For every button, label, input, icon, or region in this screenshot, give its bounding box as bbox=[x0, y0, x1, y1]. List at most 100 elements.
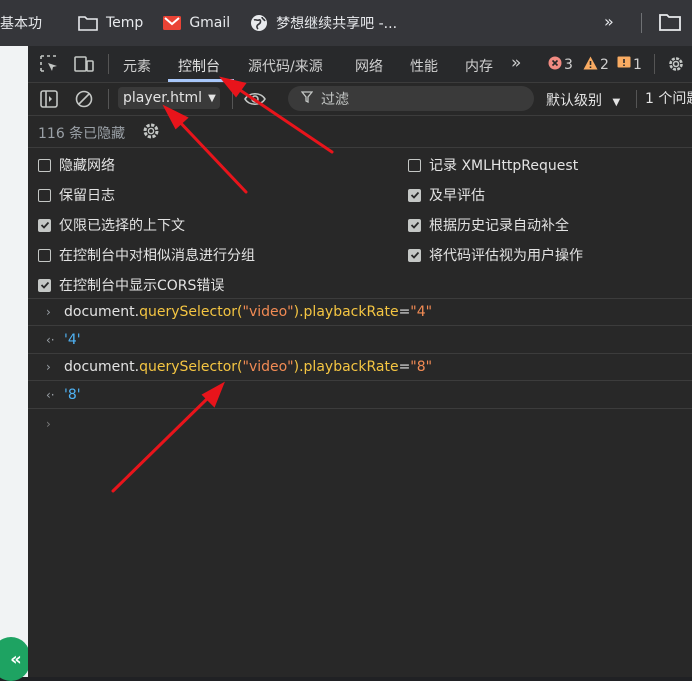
error-icon bbox=[548, 56, 562, 74]
code-token: playbackRate bbox=[303, 304, 399, 320]
input-chevron-icon: › bbox=[46, 360, 51, 374]
filter-funnel-icon bbox=[300, 90, 314, 107]
setting-label: 及早评估 bbox=[429, 188, 485, 204]
code-token: "video" bbox=[242, 359, 294, 375]
setting-label: 仅限已选择的上下文 bbox=[59, 218, 185, 234]
code-token: "video" bbox=[242, 304, 294, 320]
prompt-chevron-icon: › bbox=[46, 417, 51, 431]
filter-placeholder: 过滤 bbox=[321, 91, 349, 108]
checkbox-checked[interactable] bbox=[408, 248, 421, 262]
warning-count-badge[interactable]: 2 bbox=[583, 56, 609, 74]
device-toolbar-icon[interactable] bbox=[74, 55, 94, 77]
bookmarks-bar: 基本功 Temp Gmail 梦想继续共享吧 -... » bbox=[0, 0, 692, 46]
code-token: = bbox=[398, 304, 411, 320]
hidden-messages-count: 116 条已隐藏 bbox=[38, 126, 126, 142]
code-token: document. bbox=[64, 304, 140, 320]
bookmark-item-gmail[interactable]: Gmail bbox=[163, 15, 230, 31]
issues-counter[interactable]: 1 个问题 bbox=[636, 90, 692, 108]
code-token: '8' bbox=[64, 387, 81, 403]
setting-hide-network[interactable]: 隐藏网络 bbox=[38, 155, 115, 175]
tab-divider bbox=[108, 54, 109, 74]
code-token: querySelector bbox=[139, 359, 238, 375]
console-line-text: document.querySelector("video").playback… bbox=[64, 304, 432, 320]
caret-down-icon: ▼ bbox=[208, 92, 216, 104]
all-bookmarks-folder-icon[interactable] bbox=[659, 13, 681, 35]
setting-label: 在控制台中对相似消息进行分组 bbox=[59, 248, 255, 264]
bookmark-item-forum[interactable]: 梦想继续共享吧 -... bbox=[250, 13, 397, 33]
console-settings-gear-icon[interactable] bbox=[141, 121, 161, 145]
log-level-dropdown[interactable]: 默认级别 ▼ bbox=[546, 90, 620, 110]
checkbox-checked[interactable] bbox=[408, 218, 421, 232]
checkbox[interactable] bbox=[38, 158, 51, 172]
console-result-line[interactable]: ‹· '4' bbox=[28, 327, 692, 354]
code-token: ). bbox=[293, 304, 304, 320]
setting-group-similar[interactable]: 在控制台中对相似消息进行分组 bbox=[38, 245, 255, 265]
double-chevron-left-icon: « bbox=[10, 648, 22, 670]
show-sidebar-icon[interactable] bbox=[40, 90, 58, 112]
bookmarks-divider bbox=[641, 13, 642, 33]
input-chevron-icon: › bbox=[46, 305, 51, 319]
info-flag-icon bbox=[617, 56, 631, 74]
context-selector[interactable]: player.html ▼ bbox=[118, 87, 220, 109]
tab-memory[interactable]: 内存 bbox=[465, 56, 493, 76]
setting-autocomplete-history[interactable]: 根据历史记录自动补全 bbox=[408, 215, 569, 235]
log-level-label: 默认级别 bbox=[546, 93, 602, 109]
console-settings-panel: 隐藏网络 保留日志 仅限已选择的上下文 在控制台中对相似消息进行分组 在控制台中… bbox=[28, 148, 692, 299]
more-tabs-icon[interactable]: » bbox=[511, 53, 521, 73]
console-result-line[interactable]: ‹· '8' bbox=[28, 382, 692, 409]
warning-count: 2 bbox=[600, 57, 609, 73]
checkbox[interactable] bbox=[408, 158, 421, 172]
result-chevron-icon: ‹· bbox=[46, 333, 55, 347]
live-expression-eye-icon[interactable] bbox=[244, 92, 266, 110]
console-prompt[interactable]: › bbox=[28, 411, 692, 438]
bookmark-item-0[interactable]: 基本功 bbox=[0, 13, 42, 33]
checkbox[interactable] bbox=[38, 248, 51, 262]
setting-selected-context-only[interactable]: 仅限已选择的上下文 bbox=[38, 215, 185, 235]
devtools-tab-bar: 元素 控制台 源代码/来源 网络 性能 内存 » 3 2 1 bbox=[28, 46, 692, 83]
inspect-element-icon[interactable] bbox=[40, 55, 58, 77]
code-token: document. bbox=[64, 359, 140, 375]
filter-input[interactable]: 过滤 bbox=[288, 86, 534, 111]
console-input-line[interactable]: › document.querySelector("video").playbac… bbox=[28, 354, 692, 381]
checkbox-checked[interactable] bbox=[38, 218, 51, 232]
setting-eager-evaluation[interactable]: 及早评估 bbox=[408, 185, 485, 205]
tab-elements[interactable]: 元素 bbox=[123, 56, 151, 76]
info-count-badge[interactable]: 1 bbox=[617, 56, 642, 74]
setting-show-cors-errors[interactable]: 在控制台中显示CORS错误 bbox=[38, 275, 224, 295]
tab-network[interactable]: 网络 bbox=[355, 56, 383, 76]
setting-log-xhr[interactable]: 记录 XMLHttpRequest bbox=[408, 155, 578, 175]
settings-gear-icon[interactable] bbox=[667, 55, 685, 77]
clear-console-icon[interactable] bbox=[75, 90, 93, 112]
console-output: › document.querySelector("video").playbac… bbox=[28, 299, 692, 677]
bookmark-item-temp[interactable]: Temp bbox=[78, 15, 143, 31]
gmail-icon bbox=[163, 16, 182, 30]
code-token: '4' bbox=[64, 332, 81, 348]
tab-performance[interactable]: 性能 bbox=[410, 56, 438, 76]
setting-preserve-log[interactable]: 保留日志 bbox=[38, 185, 115, 205]
toolbar-divider bbox=[232, 89, 233, 109]
hidden-messages-row: 116 条已隐藏 bbox=[28, 116, 692, 148]
setting-label: 在控制台中显示CORS错误 bbox=[59, 278, 225, 294]
checkbox[interactable] bbox=[38, 188, 51, 202]
warning-icon bbox=[583, 56, 598, 74]
setting-label: 将代码评估视为用户操作 bbox=[429, 248, 583, 264]
tab-sources[interactable]: 源代码/来源 bbox=[248, 56, 323, 76]
page-content-area bbox=[0, 46, 28, 677]
bookmark-label: Gmail bbox=[189, 15, 231, 31]
tab-console[interactable]: 控制台 bbox=[178, 56, 220, 76]
code-token: querySelector bbox=[139, 304, 238, 320]
setting-label: 记录 XMLHttpRequest bbox=[429, 158, 579, 174]
code-token: ). bbox=[293, 359, 304, 375]
error-count-badge[interactable]: 3 bbox=[548, 56, 573, 74]
setting-label: 保留日志 bbox=[59, 188, 115, 204]
checkbox-checked[interactable] bbox=[38, 278, 51, 292]
code-token: "4" bbox=[410, 304, 433, 320]
code-token: = bbox=[398, 359, 411, 375]
setting-treat-eval-as-user-action[interactable]: 将代码评估视为用户操作 bbox=[408, 245, 583, 265]
console-input-line[interactable]: › document.querySelector("video").playbac… bbox=[28, 299, 692, 326]
error-count: 3 bbox=[564, 57, 573, 73]
bookmarks-overflow-icon[interactable]: » bbox=[604, 12, 614, 31]
checkbox-checked[interactable] bbox=[408, 188, 421, 202]
setting-label: 根据历史记录自动补全 bbox=[429, 218, 569, 234]
active-tab-indicator bbox=[168, 79, 234, 82]
